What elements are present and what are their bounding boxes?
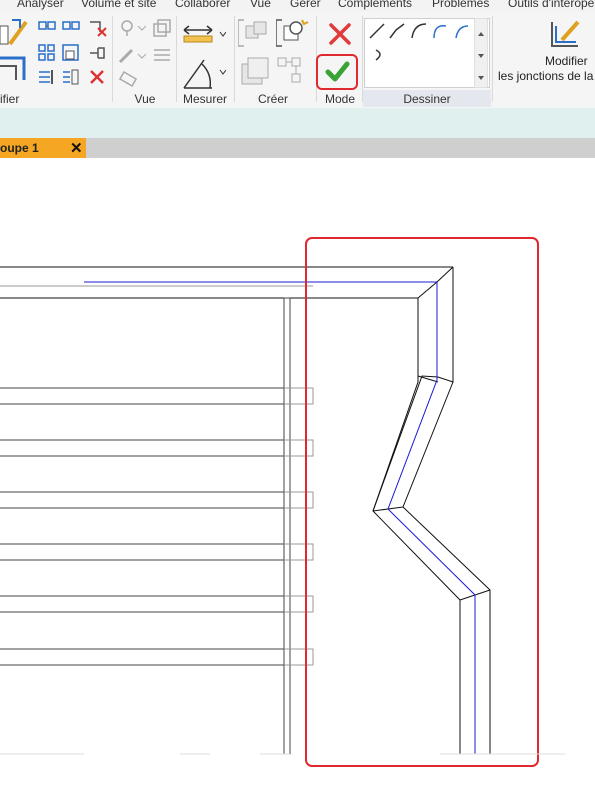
delete-tool-icon[interactable] bbox=[88, 68, 106, 86]
panel-separator bbox=[234, 16, 235, 102]
split-tool-icon[interactable] bbox=[0, 52, 30, 82]
tab-close-icon[interactable]: ✕ bbox=[70, 139, 83, 157]
vertical-post bbox=[283, 297, 291, 755]
panel-label-view: Vue bbox=[134, 92, 156, 106]
draw-gallery-icons bbox=[369, 23, 469, 61]
menu-item-problemes[interactable]: Problèmes bbox=[432, 0, 489, 10]
unpin-tool-icon[interactable] bbox=[88, 44, 108, 62]
menu-item-vue[interactable]: Vue bbox=[250, 0, 271, 10]
hide-element-icon[interactable] bbox=[118, 18, 146, 38]
railing-outline bbox=[372, 266, 491, 755]
create-group-icon[interactable] bbox=[238, 18, 272, 48]
panel-label-create: Créer bbox=[257, 92, 288, 106]
menu-bar: Analyser Volume et site Collaborer Vue G… bbox=[0, 0, 595, 12]
offset-tool-icon[interactable] bbox=[38, 68, 56, 86]
panel-label-draw: Dessiner bbox=[403, 92, 451, 106]
panel-label-modify: ifier bbox=[0, 92, 20, 106]
menu-item-collaborer[interactable]: Collaborer bbox=[175, 0, 230, 10]
view-tab[interactable]: oupe 1 ✕ bbox=[0, 138, 86, 158]
view-tab-bar bbox=[0, 138, 595, 158]
trim-extend-icon[interactable] bbox=[88, 18, 108, 38]
align-tool-icon[interactable] bbox=[0, 18, 30, 46]
linework-brush-icon[interactable] bbox=[118, 46, 146, 66]
drawing-canvas[interactable] bbox=[0, 158, 595, 788]
menu-item-gerer[interactable]: Gérer bbox=[290, 0, 321, 10]
stair-treads bbox=[0, 285, 314, 666]
sketch-centerline bbox=[387, 282, 476, 754]
scale-tool-icon[interactable] bbox=[62, 44, 80, 62]
array-tool-icon[interactable] bbox=[38, 44, 56, 62]
mirror-tool-icon[interactable] bbox=[62, 68, 80, 86]
panel-separator bbox=[492, 16, 493, 102]
view-properties-icon[interactable] bbox=[152, 46, 172, 66]
sketch-drawing bbox=[0, 237, 565, 767]
panel-label-mode: Mode bbox=[324, 92, 356, 106]
highlight-box bbox=[305, 237, 539, 767]
options-bar bbox=[0, 108, 595, 138]
menu-item-complements[interactable]: Compléments bbox=[338, 0, 412, 10]
modify-joins-label-2[interactable]: les jonctions de la bbox=[498, 69, 593, 83]
panel-separator bbox=[112, 16, 113, 102]
gallery-scroll-icon[interactable] bbox=[474, 18, 488, 88]
finish-checkmark-icon[interactable] bbox=[316, 54, 358, 90]
eraser-icon[interactable] bbox=[118, 70, 138, 90]
cancel-x-icon[interactable] bbox=[328, 22, 352, 46]
measure-distance-icon[interactable] bbox=[182, 22, 226, 48]
panel-separator bbox=[176, 16, 177, 102]
create-assembly-icon[interactable] bbox=[238, 56, 272, 90]
angular-dimension-icon[interactable] bbox=[182, 56, 226, 92]
create-component-icon[interactable] bbox=[276, 18, 310, 48]
rotate-tool-icon[interactable] bbox=[62, 18, 80, 36]
menu-item-outils-interop[interactable]: Outils d'interopé bbox=[508, 0, 594, 10]
menu-item-analyser[interactable]: Analyser bbox=[17, 0, 64, 10]
modify-sketch-joins-icon[interactable] bbox=[548, 18, 584, 50]
modify-joins-label-1[interactable]: Modifier bbox=[545, 54, 588, 68]
menu-item-volume-et-site[interactable]: Volume et site bbox=[81, 0, 156, 10]
temporary-view-icon[interactable] bbox=[152, 18, 172, 38]
ribbon: Modifier les jonctions de la ifier Vue M… bbox=[0, 12, 595, 109]
copy-tool-icon[interactable] bbox=[38, 18, 56, 36]
create-similar-icon[interactable] bbox=[276, 56, 310, 90]
panel-label-measure: Mesurer bbox=[182, 92, 227, 106]
view-tab-label: oupe 1 bbox=[0, 141, 39, 155]
